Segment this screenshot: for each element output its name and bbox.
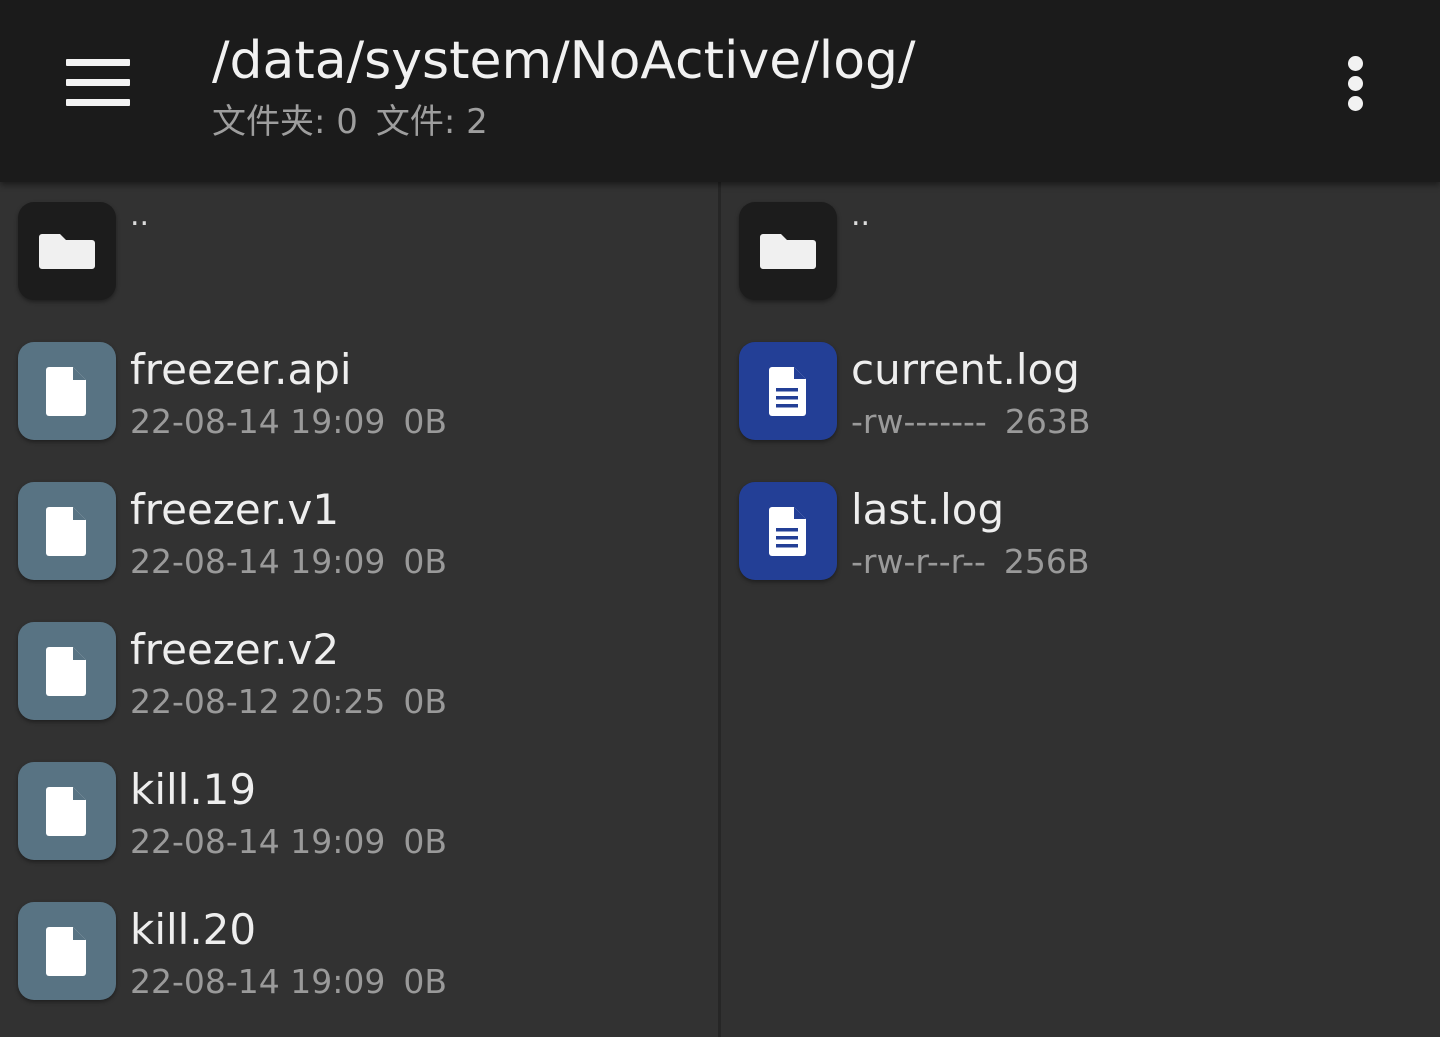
- list-item[interactable]: current.log -rw------- 263B: [721, 322, 1440, 452]
- top-app-bar: /data/system/NoActive/log/ 文件夹: 0 文件: 2: [0, 0, 1440, 182]
- file-name: freezer.v1: [130, 485, 340, 534]
- file-date: 22-08-14 19:09: [130, 402, 386, 441]
- file-icon: [18, 902, 116, 1000]
- list-item[interactable]: freezer.v1 22-08-14 19:09 0B: [0, 462, 718, 592]
- file-size: 0B: [403, 402, 448, 441]
- file-date: 22-08-12 20:25: [130, 682, 386, 721]
- file-date: 22-08-14 19:09: [130, 822, 386, 861]
- file-name: freezer.api: [130, 345, 352, 394]
- path-summary: 文件夹: 0 文件: 2: [212, 100, 506, 144]
- parent-directory-row[interactable]: ..: [721, 182, 1440, 312]
- file-size: 0B: [403, 542, 448, 581]
- file-icon: [18, 342, 116, 440]
- file-size: 256B: [1003, 542, 1090, 581]
- left-file-pane: .. freezer.api 22-08-14 19:09 0B freezer.…: [0, 182, 718, 1037]
- list-item[interactable]: last.log -rw-r--r-- 256B: [721, 462, 1440, 592]
- menu-button[interactable]: [48, 44, 148, 120]
- parent-directory-label: ..: [130, 198, 150, 233]
- file-permissions: -rw-r--r--: [851, 542, 986, 581]
- file-icon: [18, 482, 116, 580]
- file-date: 22-08-14 19:09: [130, 962, 386, 1001]
- file-size: 0B: [403, 962, 448, 1001]
- file-count: 文件: 2: [375, 102, 488, 142]
- right-file-pane: .. current.log -rw------- 263B last.log -…: [721, 182, 1440, 1037]
- list-item[interactable]: freezer.api 22-08-14 19:09 0B: [0, 322, 718, 452]
- file-permissions: -rw-------: [851, 402, 987, 441]
- parent-directory-row[interactable]: ..: [0, 182, 718, 312]
- list-item[interactable]: kill.20 22-08-14 19:09 0B: [0, 882, 718, 1012]
- file-size: 0B: [403, 822, 448, 861]
- file-size: 263B: [1004, 402, 1091, 441]
- file-icon: [18, 762, 116, 860]
- file-name: current.log: [851, 345, 1080, 394]
- file-date: 22-08-14 19:09: [130, 542, 386, 581]
- more-options-button[interactable]: [1326, 50, 1386, 118]
- file-size: 0B: [403, 682, 448, 721]
- file-name: freezer.v2: [130, 625, 340, 674]
- list-item[interactable]: freezer.v2 22-08-12 20:25 0B: [0, 602, 718, 732]
- text-document-icon: [739, 482, 837, 580]
- file-name: kill.19: [130, 765, 257, 814]
- folder-icon: [18, 202, 116, 300]
- folder-icon: [739, 202, 837, 300]
- current-path-title: /data/system/NoActive/log/: [212, 31, 916, 91]
- file-meta: 22-08-12 20:25 0B: [130, 680, 465, 724]
- text-document-icon: [739, 342, 837, 440]
- file-meta: 22-08-14 19:09 0B: [130, 820, 465, 864]
- folder-count: 文件夹: 0: [212, 102, 358, 142]
- file-name: last.log: [851, 485, 1005, 534]
- file-meta: 22-08-14 19:09 0B: [130, 540, 465, 584]
- file-meta: -rw-r--r-- 256B: [851, 540, 1108, 584]
- file-icon: [18, 622, 116, 720]
- list-item[interactable]: kill.19 22-08-14 19:09 0B: [0, 742, 718, 872]
- file-meta: -rw------- 263B: [851, 400, 1108, 444]
- parent-directory-label: ..: [851, 198, 871, 233]
- file-meta: 22-08-14 19:09 0B: [130, 960, 465, 1004]
- file-meta: 22-08-14 19:09 0B: [130, 400, 465, 444]
- file-name: kill.20: [130, 905, 257, 954]
